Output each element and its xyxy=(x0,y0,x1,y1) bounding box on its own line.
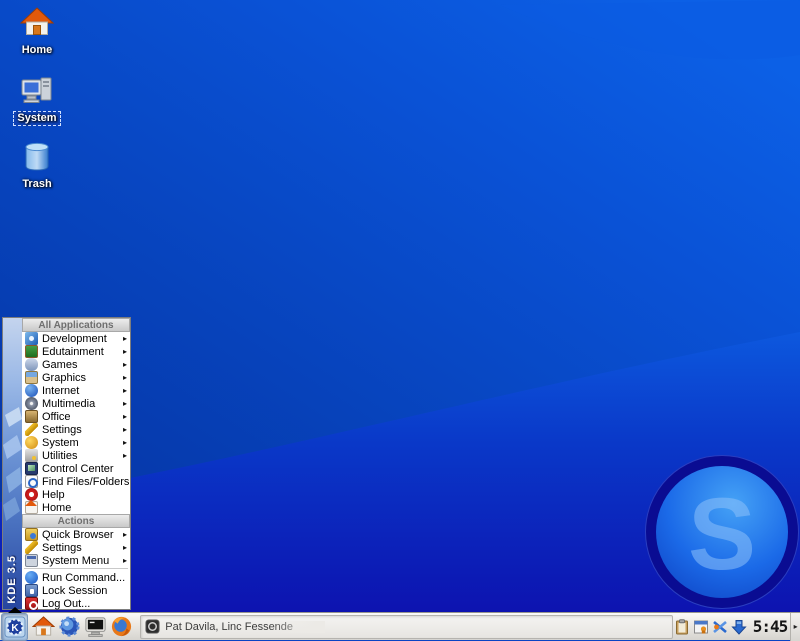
desktop-icon-label: System xyxy=(13,111,61,126)
development-icon xyxy=(25,332,38,345)
utilities-tools-icon xyxy=(25,449,38,462)
submenu-arrow-icon: ▸ xyxy=(122,411,127,421)
menu-item-home[interactable]: Home xyxy=(22,500,130,514)
network-transfer-icon[interactable] xyxy=(711,617,730,636)
panel-clock[interactable]: 5:45 xyxy=(753,617,789,636)
edutainment-icon xyxy=(25,345,38,358)
desktop-icon-label: Trash xyxy=(22,178,52,190)
menu-item-multimedia[interactable]: Multimedia ▸ xyxy=(22,397,130,410)
menu-item-log-out[interactable]: Log Out... xyxy=(22,597,130,610)
menu-item-lock-session[interactable]: Lock Session xyxy=(22,584,130,597)
menu-item-office[interactable]: Office ▸ xyxy=(22,410,130,423)
firefox-icon xyxy=(111,616,131,637)
kmenu-button[interactable]: K xyxy=(1,612,29,641)
desktop-icon-system[interactable]: System xyxy=(0,74,74,126)
computer-icon xyxy=(21,77,52,103)
desktop-icon-home[interactable]: Home xyxy=(0,6,74,58)
settings-wrench-icon xyxy=(25,423,38,436)
office-case-icon xyxy=(25,410,38,423)
konqueror-globe-icon xyxy=(59,616,80,637)
home-house-icon xyxy=(25,500,38,514)
menu-item-help[interactable]: Help xyxy=(22,488,130,501)
kde-version-label: KDE 3.5 xyxy=(6,555,18,604)
download-manager-icon[interactable] xyxy=(730,617,749,636)
menu-item-settings[interactable]: Settings ▸ xyxy=(22,423,130,436)
system-gear-icon xyxy=(25,436,38,449)
games-icon xyxy=(25,358,38,371)
menu-item-control-center[interactable]: Control Center xyxy=(22,462,130,475)
menu-item-quick-browser[interactable]: Quick Browser ▸ xyxy=(22,528,130,541)
desktop-icon-trash[interactable]: Trash xyxy=(0,140,74,192)
submenu-arrow-icon: ▸ xyxy=(122,398,127,408)
submenu-arrow-icon: ▸ xyxy=(122,529,127,539)
menu-item-games[interactable]: Games ▸ xyxy=(22,358,130,371)
kmenu-popup: KDE 3.5 All Applications Development ▸ E… xyxy=(2,317,131,610)
submenu-arrow-icon: ▸ xyxy=(122,385,127,395)
submenu-arrow-icon: ▸ xyxy=(122,450,127,460)
submenu-arrow-icon: ▸ xyxy=(122,555,127,565)
kde-gear-logo-icon: K xyxy=(4,616,26,637)
klipper-clipboard-icon[interactable] xyxy=(673,617,692,636)
menu-item-find-files[interactable]: Find Files/Folders xyxy=(22,475,130,488)
tllts-show-icon xyxy=(145,619,160,634)
submenu-arrow-icon: ▸ xyxy=(122,424,127,434)
submenu-arrow-icon: ▸ xyxy=(122,542,127,552)
menu-item-development[interactable]: Development ▸ xyxy=(22,332,130,345)
panel-hide-button[interactable]: ▸ xyxy=(790,612,800,641)
hide-arrow-icon: ▸ xyxy=(793,621,798,631)
menu-item-settings-action[interactable]: Settings ▸ xyxy=(22,541,130,554)
kmenu-branding-strip: KDE 3.5 xyxy=(3,318,22,609)
menu-item-internet[interactable]: Internet ▸ xyxy=(22,384,130,397)
menu-item-edutainment[interactable]: Edutainment ▸ xyxy=(22,345,130,358)
system-tray xyxy=(673,617,749,636)
desktop: S Home System Trash KDE 3.5 All Applicat… xyxy=(0,0,800,612)
quicklaunch-home[interactable] xyxy=(30,614,56,640)
submenu-arrow-icon: ▸ xyxy=(122,333,127,343)
svg-text:K: K xyxy=(11,623,19,634)
submenu-arrow-icon: ▸ xyxy=(122,359,127,369)
graphics-icon xyxy=(25,371,38,384)
menu-item-system-menu[interactable]: System Menu ▸ xyxy=(22,554,130,567)
run-command-icon xyxy=(25,571,38,584)
skype-letter: S xyxy=(688,477,756,591)
quicklaunch-konsole[interactable] xyxy=(82,614,108,640)
taskbar-panel: K Pat Davila, Linc Fessende 5:45 ▸ xyxy=(0,607,800,641)
home-folder-icon xyxy=(20,7,54,35)
submenu-arrow-icon: ▸ xyxy=(122,437,127,447)
konsole-terminal-icon xyxy=(85,617,106,637)
menu-section-header: All Applications xyxy=(22,318,130,332)
system-menu-window-icon xyxy=(25,554,38,567)
kmenu-open-indicator-icon xyxy=(8,607,22,613)
menu-separator xyxy=(22,567,130,571)
menu-section-header: Actions xyxy=(22,514,130,528)
skype-logo-watermark: S xyxy=(645,455,799,609)
quicklaunch-firefox[interactable] xyxy=(108,614,134,640)
settings-wrench-icon xyxy=(25,541,38,554)
task-label-fade xyxy=(270,620,326,633)
control-center-monitor-icon xyxy=(25,462,38,475)
multimedia-cd-icon xyxy=(25,397,38,410)
find-files-magnifier-icon xyxy=(25,475,38,488)
organizer-reminder-icon[interactable] xyxy=(692,617,711,636)
quick-browser-folder-icon xyxy=(25,528,38,541)
task-button[interactable]: Pat Davila, Linc Fessende xyxy=(140,614,673,639)
submenu-arrow-icon: ▸ xyxy=(122,372,127,382)
lock-session-icon xyxy=(25,584,38,597)
gears-artwork xyxy=(3,407,22,522)
logout-power-icon xyxy=(25,597,38,610)
internet-globe-icon xyxy=(25,384,38,397)
menu-item-graphics[interactable]: Graphics ▸ xyxy=(22,371,130,384)
menu-item-system[interactable]: System ▸ xyxy=(22,436,130,449)
menu-item-utilities[interactable]: Utilities ▸ xyxy=(22,449,130,462)
quicklaunch-konqueror[interactable] xyxy=(56,614,82,640)
submenu-arrow-icon: ▸ xyxy=(122,346,127,356)
desktop-icon-label: Home xyxy=(21,44,53,56)
menu-item-run-command[interactable]: Run Command... xyxy=(22,571,130,584)
home-launcher-icon xyxy=(31,616,55,636)
trash-icon xyxy=(25,142,49,171)
